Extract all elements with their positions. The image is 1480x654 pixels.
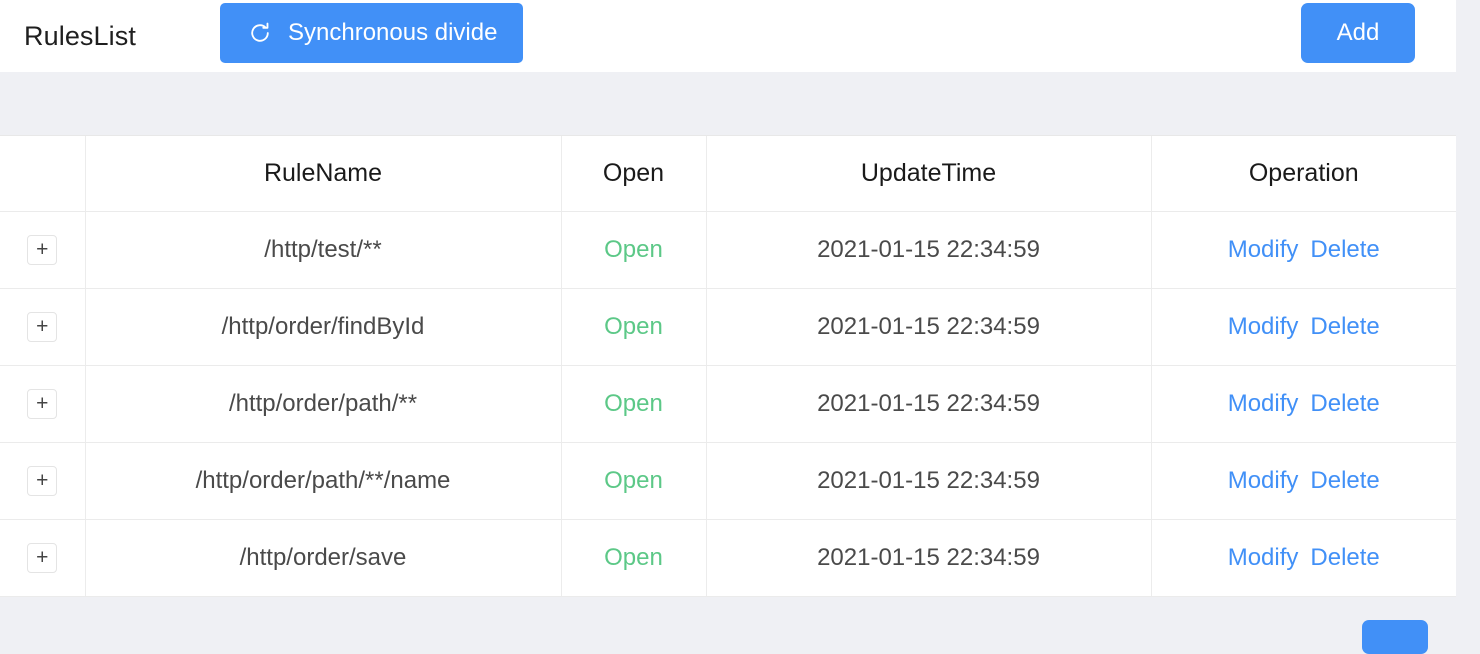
expand-row-button[interactable]: + <box>27 312 58 342</box>
cell-operation: Modify Delete <box>1151 442 1456 520</box>
table-row: + /http/order/path/** Open 2021-01-15 22… <box>0 365 1456 443</box>
add-button[interactable]: Add <box>1301 3 1415 63</box>
pagination-bar <box>0 597 1480 654</box>
cell-rulename: /http/order/path/** <box>85 365 562 443</box>
cell-operation: Modify Delete <box>1151 365 1456 443</box>
cell-status: Open <box>561 442 707 520</box>
status-badge: Open <box>604 544 663 571</box>
cell-status: Open <box>561 288 707 366</box>
rules-table: RuleName Open UpdateTime Operation + /ht… <box>0 136 1456 596</box>
status-badge: Open <box>604 390 663 417</box>
column-header-expand <box>0 136 86 212</box>
modify-link[interactable]: Modify <box>1228 236 1299 263</box>
synchronous-divide-label: Synchronous divide <box>288 19 498 46</box>
modify-link[interactable]: Modify <box>1228 313 1299 340</box>
cell-updatetime: 2021-01-15 22:34:59 <box>706 365 1152 443</box>
cell-expand: + <box>0 211 86 289</box>
cell-operation: Modify Delete <box>1151 288 1456 366</box>
expand-row-button[interactable]: + <box>27 543 58 573</box>
expand-row-button[interactable]: + <box>27 235 58 265</box>
page-title: RulesList <box>24 21 136 51</box>
cell-updatetime: 2021-01-15 22:34:59 <box>706 288 1152 366</box>
cell-updatetime: 2021-01-15 22:34:59 <box>706 442 1152 520</box>
table-row: + /http/order/path/**/name Open 2021-01-… <box>0 442 1456 520</box>
cell-status: Open <box>561 365 707 443</box>
content-spacer <box>0 72 1480 135</box>
pagination-current-page-button[interactable] <box>1362 620 1428 654</box>
expand-row-button[interactable]: + <box>27 389 58 419</box>
rules-table-container: RuleName Open UpdateTime Operation + /ht… <box>0 135 1456 597</box>
column-header-operation: Operation <box>1151 136 1456 212</box>
cell-rulename: /http/test/** <box>85 211 562 289</box>
cell-expand: + <box>0 519 86 596</box>
refresh-icon <box>246 19 274 47</box>
status-badge: Open <box>604 313 663 340</box>
delete-link[interactable]: Delete <box>1310 467 1379 494</box>
table-row: + /http/order/save Open 2021-01-15 22:34… <box>0 519 1456 596</box>
cell-status: Open <box>561 211 707 289</box>
cell-updatetime: 2021-01-15 22:34:59 <box>706 519 1152 596</box>
delete-link[interactable]: Delete <box>1310 544 1379 571</box>
page-header: RulesList Synchronous divide Add <box>0 0 1480 72</box>
cell-expand: + <box>0 442 86 520</box>
cell-expand: + <box>0 365 86 443</box>
cell-operation: Modify Delete <box>1151 211 1456 289</box>
cell-expand: + <box>0 288 86 366</box>
table-header-row: RuleName Open UpdateTime Operation <box>0 136 1456 212</box>
header-right-spacer <box>1456 0 1480 72</box>
cell-rulename: /http/order/path/**/name <box>85 442 562 520</box>
modify-link[interactable]: Modify <box>1228 390 1299 417</box>
column-header-rulename: RuleName <box>85 136 562 212</box>
synchronous-divide-button[interactable]: Synchronous divide <box>220 3 524 63</box>
cell-rulename: /http/order/findById <box>85 288 562 366</box>
modify-link[interactable]: Modify <box>1228 467 1299 494</box>
table-row: + /http/order/findById Open 2021-01-15 2… <box>0 288 1456 366</box>
table-row: + /http/test/** Open 2021-01-15 22:34:59… <box>0 211 1456 289</box>
cell-status: Open <box>561 519 707 596</box>
delete-link[interactable]: Delete <box>1310 313 1379 340</box>
cell-updatetime: 2021-01-15 22:34:59 <box>706 211 1152 289</box>
cell-rulename: /http/order/save <box>85 519 562 596</box>
delete-link[interactable]: Delete <box>1310 236 1379 263</box>
column-header-updatetime: UpdateTime <box>706 136 1152 212</box>
column-header-open: Open <box>561 136 707 212</box>
modify-link[interactable]: Modify <box>1228 544 1299 571</box>
status-badge: Open <box>604 236 663 263</box>
expand-row-button[interactable]: + <box>27 466 58 496</box>
delete-link[interactable]: Delete <box>1310 390 1379 417</box>
status-badge: Open <box>604 467 663 494</box>
cell-operation: Modify Delete <box>1151 519 1456 596</box>
